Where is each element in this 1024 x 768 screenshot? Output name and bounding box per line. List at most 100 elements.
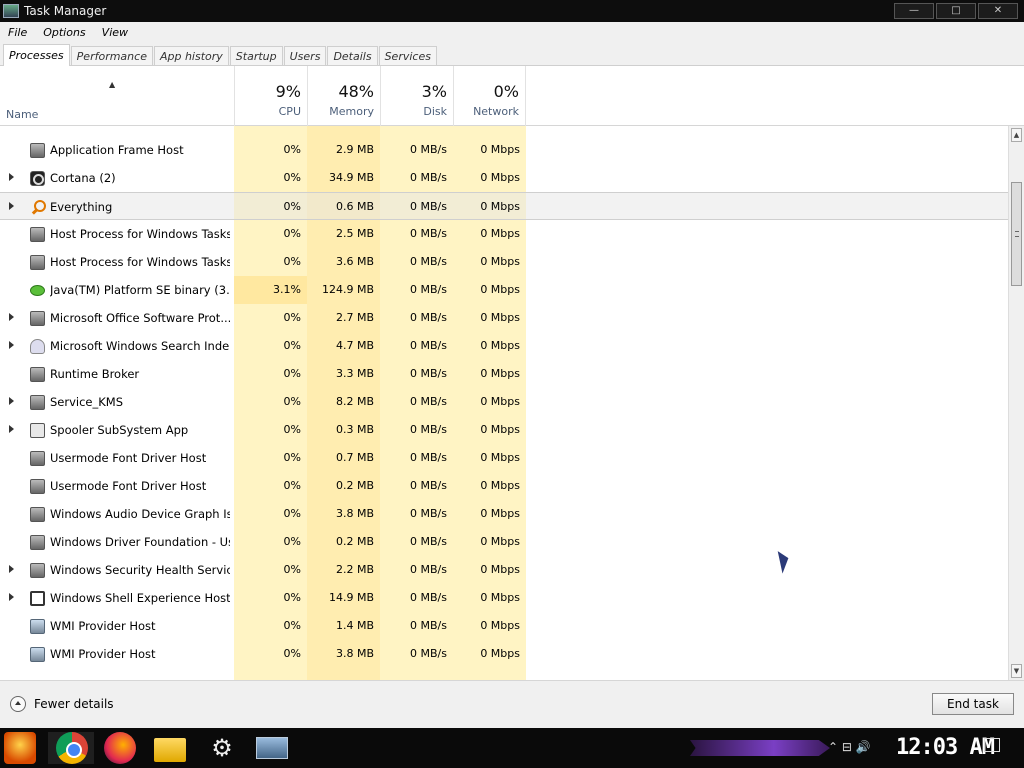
process-row[interactable]: Runtime Broker 0% 3.3 MB 0 MB/s 0 Mbps [0, 360, 1008, 388]
process-row[interactable]: Windows Shell Experience Host ... 0% 14.9 … [0, 584, 1008, 612]
fewer-details-link[interactable]: Fewer details [34, 697, 114, 711]
chrome-icon[interactable] [56, 732, 88, 764]
column-network[interactable]: 0% Network [453, 66, 526, 126]
process-row[interactable]: Usermode Font Driver Host 0% 0.7 MB 0 MB/s 0… [0, 444, 1008, 472]
processes-panel: ▲ Name 9% CPU 48% Memory 3% Disk 0% Netw… [0, 66, 1024, 680]
process-row[interactable]: Java(TM) Platform SE binary (3... 3.1% 124… [0, 276, 1008, 304]
tab-performance[interactable]: Performance [70, 46, 153, 65]
process-name: Service_KMS [50, 395, 124, 409]
process-name: Application Frame Host [50, 143, 184, 157]
process-name: Host Process for Windows Tasks [50, 255, 230, 269]
menu-options[interactable]: Options [35, 26, 93, 39]
expand-chevron-icon[interactable] [9, 593, 14, 601]
scroll-thumb[interactable] [1011, 182, 1022, 286]
tab-details[interactable]: Details [327, 46, 378, 65]
collapse-icon[interactable] [10, 696, 26, 712]
process-row[interactable]: Usermode Font Driver Host 0% 0.2 MB 0 MB/s 0… [0, 472, 1008, 500]
window-title: Task Manager [24, 4, 107, 18]
process-disk: 0 MB/s [410, 395, 447, 408]
folder-icon[interactable] [154, 738, 186, 762]
start-icon[interactable] [4, 732, 36, 764]
column-name[interactable]: Name [6, 108, 38, 121]
tab-app-history[interactable]: App history [153, 46, 229, 65]
process-memory: 2.9 MB [335, 143, 374, 156]
network-label: Network [473, 105, 519, 118]
process-memory: 4.7 MB [335, 339, 374, 352]
process-disk: 0 MB/s [410, 255, 447, 268]
expand-chevron-icon[interactable] [9, 565, 14, 573]
process-network: 0 Mbps [480, 591, 520, 604]
process-cpu: 0% [283, 171, 301, 184]
tab-users[interactable]: Users [283, 46, 327, 65]
column-memory[interactable]: 48% Memory [307, 66, 380, 126]
tab-processes[interactable]: Processes [3, 44, 70, 66]
column-disk[interactable]: 3% Disk [380, 66, 453, 126]
process-row[interactable]: Windows Driver Foundation - Us... 0% 0.2 M… [0, 528, 1008, 556]
notification-icon[interactable] [984, 738, 1000, 752]
process-row[interactable]: Spooler SubSystem App 0% 0.3 MB 0 MB/s 0 Mbp… [0, 416, 1008, 444]
process-row[interactable]: Host Process for Windows Tasks 0% 2.5 MB 0 … [0, 220, 1008, 248]
process-name: Usermode Font Driver Host [50, 479, 207, 493]
tray-decoration [690, 740, 830, 756]
process-network: 0 Mbps [480, 339, 520, 352]
process-name: Windows Shell Experience Host ... [50, 591, 230, 605]
footer-bar: Fewer details End task [0, 680, 1024, 728]
app-icon [30, 451, 45, 466]
process-row[interactable]: Everything 0% 0.6 MB 0 MB/s 0 Mbps [0, 192, 1008, 220]
process-row[interactable]: WMI Provider Host 0% 1.4 MB 0 MB/s 0 Mbps [0, 612, 1008, 640]
close-button[interactable]: ✕ [978, 3, 1018, 19]
process-network: 0 Mbps [480, 479, 520, 492]
process-disk: 0 MB/s [410, 339, 447, 352]
end-task-button[interactable]: End task [932, 693, 1014, 715]
cpu-total: 9% [275, 82, 301, 101]
process-memory: 124.9 MB [321, 283, 374, 296]
vertical-scrollbar[interactable]: ▲ ▼ [1008, 126, 1024, 680]
grip-icon [1015, 231, 1019, 237]
clock[interactable]: 12:03 AM [896, 735, 995, 760]
process-row[interactable]: WMI Provider Host 0% 3.8 MB 0 MB/s 0 Mbps [0, 640, 1008, 668]
tray-icons[interactable]: ⌃ ⊟ 🔊 [828, 740, 871, 754]
memory-label: Memory [329, 105, 374, 118]
process-row[interactable]: Service_KMS 0% 8.2 MB 0 MB/s 0 Mbps [0, 388, 1008, 416]
tab-services[interactable]: Services [378, 46, 437, 65]
column-cpu[interactable]: 9% CPU [234, 66, 307, 126]
process-row[interactable]: Application Frame Host 0% 2.9 MB 0 MB/s 0 Mb… [0, 136, 1008, 164]
process-row[interactable]: Microsoft Windows Search Inde... 0% 4.7 MB… [0, 332, 1008, 360]
process-network: 0 Mbps [480, 255, 520, 268]
process-memory: 0.6 MB [335, 200, 374, 213]
expand-chevron-icon[interactable] [9, 341, 14, 349]
expand-chevron-icon[interactable] [9, 313, 14, 321]
disk-label: Disk [423, 105, 447, 118]
process-disk: 0 MB/s [410, 479, 447, 492]
process-memory: 3.6 MB [335, 255, 374, 268]
tab-bar: Processes Performance App history Startu… [0, 42, 1024, 66]
process-row[interactable]: Windows Audio Device Graph Is... 0% 3.8 MB… [0, 500, 1008, 528]
expand-chevron-icon[interactable] [9, 173, 14, 181]
user-icon [30, 339, 45, 354]
process-cpu: 0% [283, 395, 301, 408]
gear-icon[interactable]: ⚙ [206, 732, 238, 764]
process-row[interactable]: Cortana (2) 0% 34.9 MB 0 MB/s 0 Mbps [0, 164, 1008, 192]
expand-chevron-icon[interactable] [9, 202, 14, 210]
maximize-button[interactable]: □ [936, 3, 976, 19]
scroll-down-arrow[interactable]: ▼ [1011, 664, 1022, 678]
menu-view[interactable]: View [94, 26, 136, 39]
process-cpu: 0% [283, 535, 301, 548]
minimize-button[interactable]: — [894, 3, 934, 19]
process-row[interactable]: Microsoft Office Software Prot... 0% 2.7 M… [0, 304, 1008, 332]
process-memory: 3.3 MB [335, 367, 374, 380]
expand-chevron-icon[interactable] [9, 397, 14, 405]
task-manager-taskbar-icon[interactable] [256, 737, 288, 759]
process-memory: 14.9 MB [328, 591, 374, 604]
tab-startup[interactable]: Startup [229, 46, 283, 65]
process-row[interactable]: Windows Security Health Service 0% 2.2 MB 0… [0, 556, 1008, 584]
process-cpu: 0% [283, 479, 301, 492]
scroll-up-arrow[interactable]: ▲ [1011, 128, 1022, 142]
expand-chevron-icon[interactable] [9, 425, 14, 433]
process-row[interactable]: Host Process for Windows Tasks 0% 3.6 MB 0 … [0, 248, 1008, 276]
process-name: Spooler SubSystem App [50, 423, 189, 437]
process-network: 0 Mbps [480, 200, 520, 213]
menu-file[interactable]: File [0, 26, 35, 39]
process-disk: 0 MB/s [410, 311, 447, 324]
firefox-icon[interactable] [104, 732, 136, 764]
